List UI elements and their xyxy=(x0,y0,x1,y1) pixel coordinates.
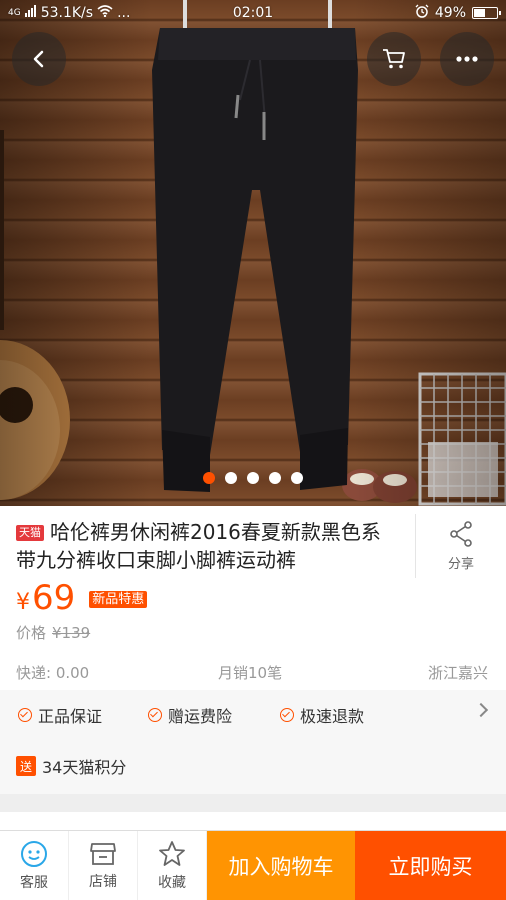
gallery-dot[interactable] xyxy=(225,472,237,484)
gallery-dots xyxy=(0,472,506,484)
buy-now-button[interactable]: 立即购买 xyxy=(355,831,506,900)
guarantee-item: 赠运费险 xyxy=(148,703,232,727)
favorite-label: 收藏 xyxy=(158,874,186,891)
gallery-dot[interactable] xyxy=(203,472,215,484)
product-info: 天猫 哈伦裤男休闲裤2016春夏新款黑色系带九分裤收口束脚小脚裤运动裤 分享 ¥ … xyxy=(0,506,506,646)
guarantee-item: 正品保证 xyxy=(18,703,102,727)
chevron-right-icon xyxy=(473,702,489,718)
status-bar: 4G 53.1K/s ... 02:01 49% xyxy=(0,0,506,26)
shop-icon xyxy=(90,842,116,865)
price-row: ¥ 69 新品特惠 xyxy=(16,578,148,618)
gift-badge: 送 xyxy=(16,756,36,776)
shop-label: 店铺 xyxy=(89,873,117,890)
ship-location: 浙江嘉兴 xyxy=(427,664,488,682)
shop-button[interactable]: 店铺 xyxy=(69,831,138,900)
star-icon xyxy=(159,840,185,866)
guarantee-label: 赠运费险 xyxy=(168,707,233,726)
delivery-info: 快递: 0.00 月销10笔 浙江嘉兴 xyxy=(0,658,506,686)
image-shade xyxy=(0,0,506,506)
tmall-badge: 天猫 xyxy=(16,525,44,541)
chevron-left-icon xyxy=(33,50,44,68)
back-button[interactable] xyxy=(12,32,66,86)
product-title: 天猫 哈伦裤男休闲裤2016春夏新款黑色系带九分裤收口束脚小脚裤运动裤 xyxy=(16,518,396,574)
check-circle-icon xyxy=(148,708,162,722)
guarantee-item: 极速退款 xyxy=(280,703,364,727)
more-button[interactable] xyxy=(440,32,494,86)
bottom-action-bar: 客服 店铺 收藏 加入购物车 立即购买 xyxy=(0,830,506,900)
monthly-sales: 月销10笔 xyxy=(218,664,283,682)
cart-icon xyxy=(383,49,405,69)
customer-service-icon xyxy=(21,840,47,867)
battery-icon xyxy=(472,7,501,19)
status-time: 02:01 xyxy=(232,5,274,21)
share-icon xyxy=(450,520,472,547)
gallery-dot[interactable] xyxy=(247,472,259,484)
gallery-dot[interactable] xyxy=(291,472,303,484)
product-page: 4G 53.1K/s ... 02:01 49% 天猫 哈伦裤男休闲裤2016春… xyxy=(0,0,506,900)
shipping-fee: 快递: 0.00 xyxy=(16,664,90,682)
gallery-dot[interactable] xyxy=(269,472,281,484)
price: 69 xyxy=(32,578,76,618)
check-circle-icon xyxy=(280,708,294,722)
more-icon xyxy=(456,56,478,62)
service-button[interactable]: 客服 xyxy=(0,831,69,900)
share-button[interactable]: 分享 xyxy=(415,514,506,578)
product-image[interactable] xyxy=(0,0,506,506)
guarantee-label: 极速退款 xyxy=(300,707,365,726)
product-title-text: 哈伦裤男休闲裤2016春夏新款黑色系带九分裤收口束脚小脚裤运动裤 xyxy=(16,520,381,572)
points-text: 34天猫积分 xyxy=(42,758,127,777)
section-divider xyxy=(0,794,506,812)
service-label: 客服 xyxy=(20,874,48,891)
add-to-cart-button[interactable]: 加入购物车 xyxy=(207,831,355,900)
battery-fill xyxy=(474,9,485,17)
favorite-button[interactable]: 收藏 xyxy=(138,831,207,900)
guarantee-row[interactable]: 正品保证 赠运费险 极速退款 xyxy=(0,690,506,738)
share-label: 分享 xyxy=(447,556,474,572)
cart-button[interactable] xyxy=(367,32,421,86)
original-price-label: 价格 xyxy=(16,624,47,642)
guarantee-label: 正品保证 xyxy=(38,707,103,726)
promo-tag: 新品特惠 xyxy=(89,591,148,608)
points-row: 送 34天猫积分 xyxy=(0,738,506,794)
original-price: 价格 ¥139 xyxy=(16,622,90,643)
original-price-value: ¥139 xyxy=(52,624,91,642)
currency-symbol: ¥ xyxy=(16,590,30,615)
check-circle-icon xyxy=(18,708,32,722)
